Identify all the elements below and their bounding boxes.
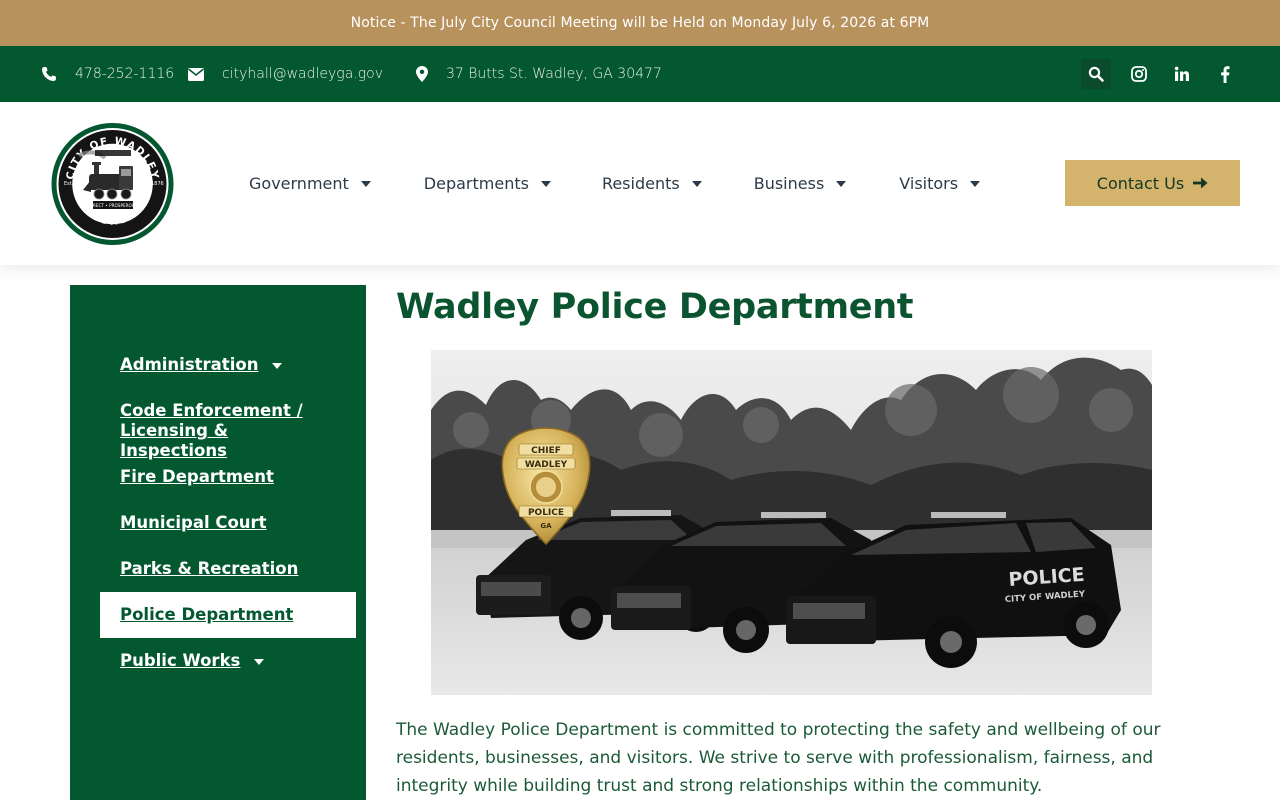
sidebar-item-municipal-court[interactable]: Municipal Court — [100, 513, 356, 533]
sidebar-item-code-enforcement[interactable]: Code Enforcement / Licensing & Inspectio… — [100, 401, 356, 461]
page-title: Wadley Police Department — [396, 287, 914, 327]
sidebar-item-label-line2: Licensing & Inspections — [120, 421, 229, 460]
main-header: CITY OF WADLEY GEORGIA Est. 1876 DIRECT … — [0, 102, 1280, 265]
caret-down-icon — [970, 180, 981, 187]
email-link[interactable]: cityhall@wadleyga.gov — [222, 66, 383, 82]
phone-link[interactable]: 478-252-1116 — [75, 66, 174, 82]
caret-down-icon — [254, 658, 265, 665]
svg-text:WADLEY: WADLEY — [525, 460, 568, 470]
sidebar-item-administration[interactable]: Administration — [100, 355, 356, 375]
phone-item[interactable]: 478-252-1116 — [40, 65, 174, 83]
city-seal-logo[interactable]: CITY OF WADLEY GEORGIA Est. 1876 DIRECT … — [49, 122, 176, 246]
main-content: Wadley Police Department POLICE CITY OF … — [396, 285, 1216, 796]
instagram-icon — [1131, 66, 1147, 82]
sidebar-item-label: Police Department — [120, 605, 294, 624]
nav-label: Residents — [601, 174, 680, 193]
sidebar-item-public-works[interactable]: Public Works — [100, 651, 356, 671]
nav-label: Visitors — [899, 174, 959, 193]
facebook-button[interactable] — [1210, 59, 1240, 89]
nav-residents[interactable]: Residents — [602, 174, 702, 193]
sidebar-item-label: Parks & Recreation — [120, 559, 299, 578]
contact-us-button[interactable]: Contact Us — [1065, 160, 1240, 206]
sidebar-item-label: Public Works — [120, 651, 241, 670]
notice-text: Notice - The July City Council Meeting w… — [350, 15, 930, 31]
facebook-icon — [1221, 65, 1230, 83]
phone-icon — [40, 65, 58, 83]
map-marker-icon — [413, 65, 431, 83]
sidebar-item-label: Administration — [120, 355, 259, 374]
contact-info-bar: 478-252-1116 cityhall@wadleyga.gov 37 Bu… — [0, 46, 1280, 102]
nav-label: Business — [753, 174, 825, 193]
svg-text:POLICE: POLICE — [528, 508, 564, 518]
sidebar-item-label: Municipal Court — [120, 513, 267, 532]
email-item[interactable]: cityhall@wadleyga.gov — [187, 65, 383, 83]
linkedin-icon — [1174, 66, 1189, 81]
linkedin-button[interactable] — [1167, 59, 1197, 89]
social-links — [1068, 46, 1240, 102]
address-link[interactable]: 37 Butts St. Wadley, GA 30477 — [446, 66, 662, 82]
nav-government[interactable]: Government — [249, 174, 371, 193]
department-sidebar: Administration Code Enforcement / Licens… — [70, 285, 366, 800]
notice-bar: Notice - The July City Council Meeting w… — [0, 0, 1280, 46]
svg-text:GA: GA — [540, 522, 552, 530]
caret-down-icon — [836, 180, 847, 187]
instagram-button[interactable] — [1124, 59, 1154, 89]
svg-text:1876: 1876 — [151, 181, 164, 187]
sidebar-item-label: Fire Department — [120, 467, 274, 486]
arrow-right-icon — [1193, 177, 1208, 189]
main-nav: Government Departments Residents Busines… — [249, 102, 981, 265]
caret-down-icon — [691, 180, 702, 187]
nav-visitors[interactable]: Visitors — [899, 174, 981, 193]
caret-down-icon — [360, 180, 371, 187]
nav-label: Departments — [423, 174, 529, 193]
contact-us-label: Contact Us — [1096, 173, 1185, 193]
sidebar-item-fire-department[interactable]: Fire Department — [100, 467, 356, 487]
search-button[interactable] — [1081, 59, 1111, 89]
envelope-icon — [187, 65, 205, 83]
caret-down-icon — [272, 362, 283, 369]
svg-text:CHIEF: CHIEF — [531, 446, 561, 456]
sidebar-item-police-department[interactable]: Police Department — [100, 592, 356, 638]
svg-text:Est.: Est. — [64, 181, 74, 187]
search-icon — [1088, 66, 1104, 82]
sidebar-item-label-line1: Code Enforcement / — [120, 401, 303, 420]
police-fleet-photo: POLICE CITY OF WADLEY CHIEF WADLEY POLIC… — [431, 350, 1152, 695]
nav-departments[interactable]: Departments — [424, 174, 551, 193]
sidebar-item-parks-recreation[interactable]: Parks & Recreation — [100, 559, 356, 579]
nav-business[interactable]: Business — [754, 174, 847, 193]
nav-label: Government — [249, 174, 349, 193]
svg-text:DIRECT • PROSPEROUS: DIRECT • PROSPEROUS — [88, 203, 137, 208]
caret-down-icon — [540, 180, 551, 187]
intro-paragraph: The Wadley Police Department is committe… — [396, 720, 1161, 796]
address-item[interactable]: 37 Butts St. Wadley, GA 30477 — [413, 65, 662, 83]
